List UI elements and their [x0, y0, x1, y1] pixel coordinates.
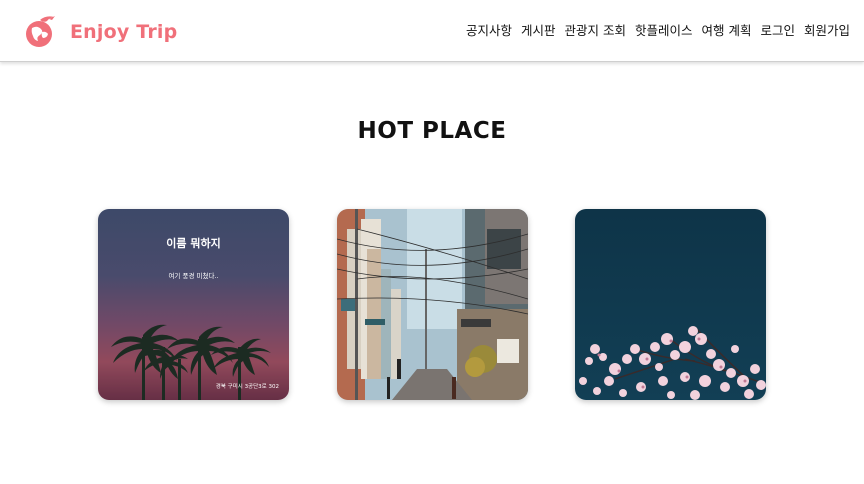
- brand-logo-link[interactable]: Enjoy Trip: [22, 14, 177, 50]
- nav-trip-plan[interactable]: 여행 계획: [701, 22, 751, 40]
- city-street-alley-photo: [337, 209, 528, 400]
- page-title: HOT PLACE: [357, 118, 507, 144]
- main-nav: 공지사항 게시판 관광지 조회 핫플레이스 여행 계획 로그인 회원가입: [457, 22, 850, 40]
- hotplace-card[interactable]: [575, 209, 766, 400]
- nav-login[interactable]: 로그인: [760, 22, 795, 40]
- nav-board[interactable]: 게시판: [521, 22, 556, 40]
- nav-attractions[interactable]: 관광지 조회: [564, 22, 625, 40]
- card-title: 이름 뭐하지: [166, 237, 221, 250]
- hotplace-card[interactable]: 이름 뭐하지 여기 풍경 미쳤다.. 경북 구미시 3공단3로 302: [98, 209, 289, 400]
- bird-globe-logo-icon: [26, 16, 55, 47]
- card-address: 경북 구미시 3공단3로 302: [215, 384, 279, 390]
- nav-signup[interactable]: 회원가입: [804, 22, 850, 40]
- nav-notice[interactable]: 공지사항: [466, 22, 512, 40]
- hotplace-card[interactable]: [337, 209, 528, 400]
- card-description: 여기 풍경 미쳤다..: [168, 272, 219, 280]
- brand-name: Enjoy Trip: [70, 21, 178, 43]
- nav-hotplace[interactable]: 핫플레이스: [635, 22, 693, 40]
- cherry-blossom-night-photo: [575, 209, 766, 400]
- top-navbar: Enjoy Trip 공지사항 게시판 관광지 조회 핫플레이스 여행 계획 로…: [0, 0, 864, 62]
